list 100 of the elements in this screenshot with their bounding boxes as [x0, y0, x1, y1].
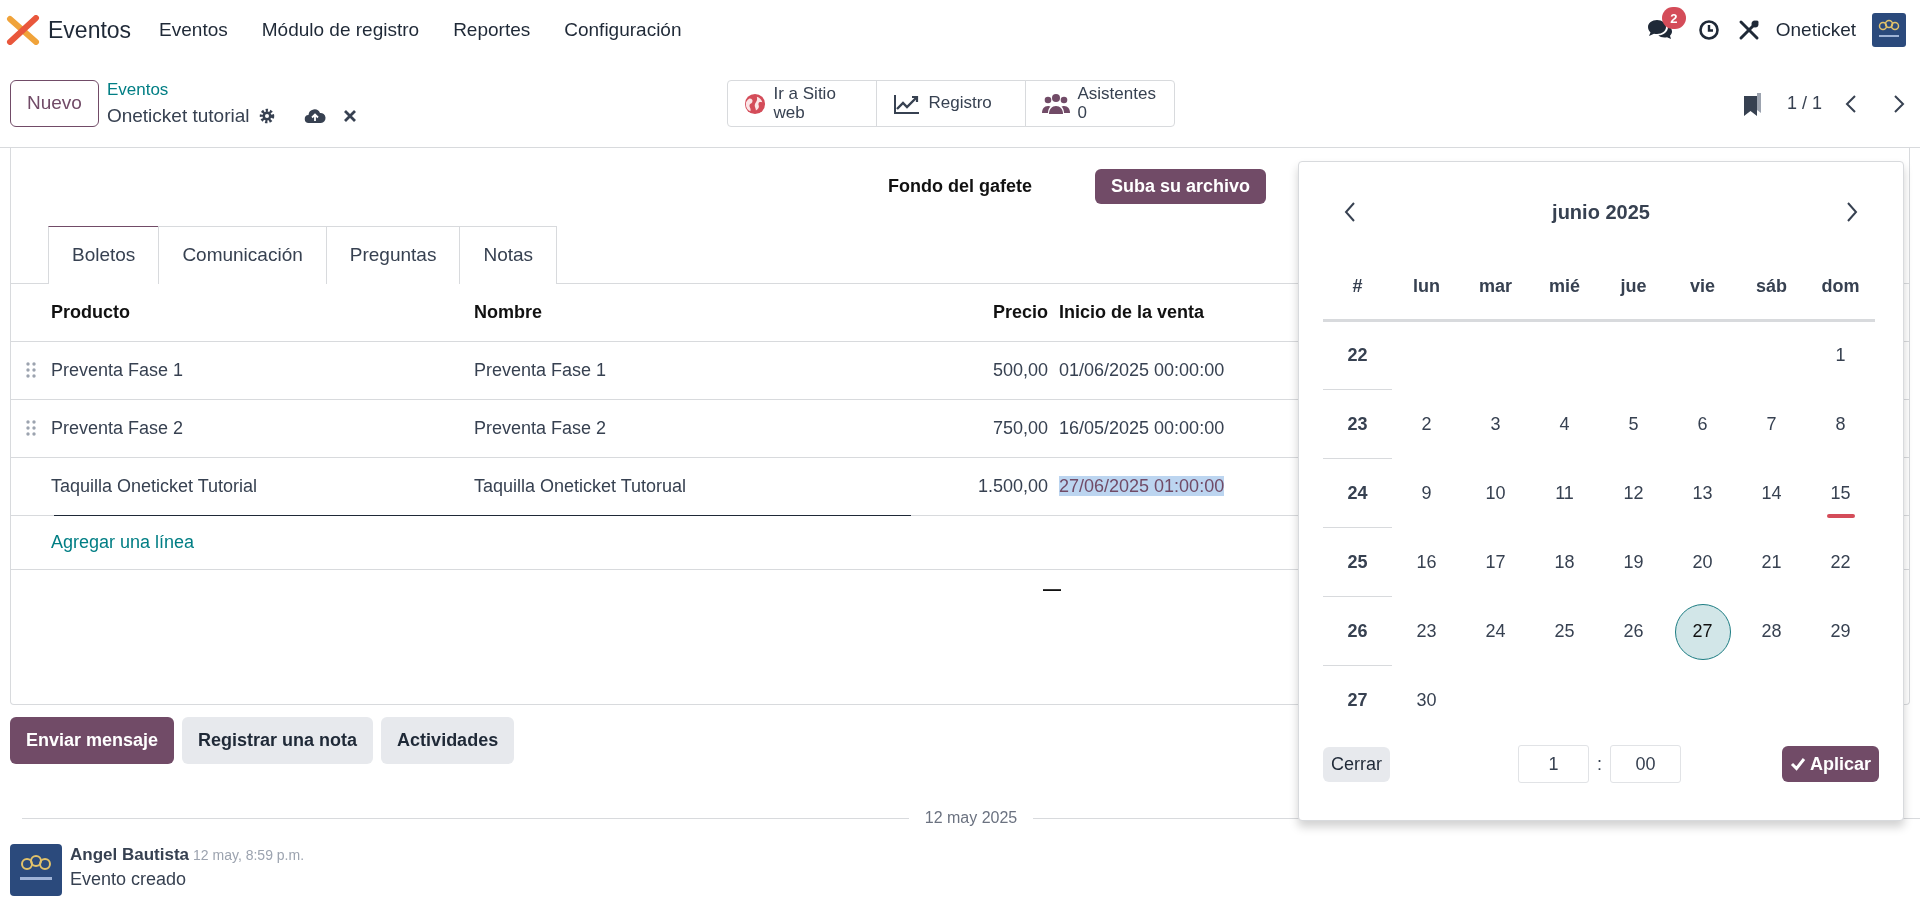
calendar-day[interactable]: 9 — [1398, 465, 1455, 522]
column-header: mar — [1478, 275, 1513, 298]
drag-handle-icon[interactable] — [26, 420, 36, 436]
column-header: jue — [1619, 275, 1648, 298]
calendar-day[interactable]: 25 — [1536, 603, 1593, 660]
calendar-day[interactable]: 19 — [1605, 534, 1662, 591]
calendar-day[interactable]: 2 — [1398, 396, 1455, 453]
week-number: 27 — [1347, 689, 1368, 712]
notification-badge: 2 — [1661, 7, 1686, 30]
column-header[interactable]: Precio — [848, 298, 1048, 326]
calendar-day[interactable]: 22 — [1812, 534, 1869, 591]
calendar-day[interactable]: 6 — [1674, 396, 1731, 453]
calendar-day[interactable]: 23 — [1398, 603, 1455, 660]
table-cell: Taquilla Oneticket Tutorial — [51, 475, 258, 496]
app-name[interactable]: Eventos — [48, 12, 132, 48]
calendar-day[interactable]: 7 — [1743, 396, 1800, 453]
company-name[interactable]: Oneticket — [1775, 15, 1856, 45]
calendar-day[interactable]: 10 — [1467, 465, 1524, 522]
field-label: Fondo del gafete — [888, 174, 1032, 198]
record-title: Oneticket tutorial — [106, 104, 250, 128]
people-icon — [1041, 92, 1070, 115]
tab[interactable]: Notas — [459, 226, 558, 284]
table-cell: 16/05/2025 00:00:00 — [1059, 417, 1225, 438]
calendar-day[interactable]: 21 — [1743, 534, 1800, 591]
menu-item[interactable]: Configuración — [564, 15, 682, 45]
hour-field[interactable]: 1 — [1518, 745, 1589, 783]
column-header: vie — [1689, 275, 1716, 298]
chatter-button[interactable]: Registrar una nota — [182, 717, 374, 764]
calendar-day[interactable]: 28 — [1743, 603, 1800, 660]
bookmark-icon[interactable] — [1742, 91, 1763, 116]
calendar-day[interactable]: 3 — [1467, 396, 1524, 453]
column-header[interactable]: Inicio de la venta — [1048, 298, 1205, 326]
tab[interactable]: Boletos — [48, 226, 160, 284]
tools-icon[interactable] — [1737, 19, 1760, 41]
menu-item[interactable]: Reportes — [453, 15, 531, 45]
smart-button[interactable]: Asistentes 0 — [1024, 80, 1175, 127]
pager-value[interactable]: 1 / 1 — [1786, 90, 1822, 117]
add-line-link[interactable]: Agregar una línea — [51, 528, 195, 556]
time-separator: : — [1597, 752, 1603, 776]
table-cell: 1.500,00 — [977, 475, 1048, 496]
calendar-day[interactable]: 29 — [1812, 603, 1869, 660]
breadcrumb-link[interactable]: Eventos — [106, 76, 357, 102]
column-header[interactable]: Producto — [51, 298, 474, 326]
calendar-day[interactable]: 5 — [1605, 396, 1662, 453]
date-input[interactable]: 27/06/2025 01:00:00 — [1059, 475, 1225, 496]
chatter-button[interactable]: Actividades — [381, 717, 515, 764]
menu-item[interactable]: Eventos — [159, 15, 228, 45]
calendar-day[interactable]: 12 — [1605, 465, 1662, 522]
calendar-day[interactable]: 13 — [1674, 465, 1731, 522]
chevron-right-icon[interactable] — [1845, 200, 1859, 223]
close-button[interactable]: Cerrar — [1323, 746, 1390, 782]
column-header: sáb — [1755, 275, 1788, 298]
chatter-button[interactable]: Enviar mensaje — [10, 717, 175, 764]
clock-icon[interactable] — [1697, 19, 1720, 41]
calendar-day[interactable]: 15 — [1812, 465, 1869, 522]
close-icon[interactable] — [342, 109, 357, 124]
chevron-left-icon[interactable] — [1343, 200, 1357, 223]
calendar-day[interactable]: 14 — [1743, 465, 1800, 522]
new-button[interactable]: Nuevo — [10, 80, 99, 127]
globe-icon — [743, 91, 766, 116]
column-header[interactable]: Nombre — [474, 298, 848, 326]
calendar-day[interactable]: 27 — [1674, 603, 1731, 660]
month-title[interactable]: junio 2025 — [1552, 196, 1650, 227]
calendar-day[interactable]: 20 — [1674, 534, 1731, 591]
smart-button[interactable]: Registro — [875, 80, 1026, 127]
calendar-day[interactable]: 16 — [1398, 534, 1455, 591]
calendar-day[interactable]: 26 — [1605, 603, 1662, 660]
upload-button[interactable]: Suba su archivo — [1095, 168, 1267, 204]
logo-icon[interactable] — [6, 15, 40, 45]
table-cell: 500,00 — [992, 359, 1048, 380]
chart-icon — [892, 92, 921, 115]
menu-item[interactable]: Módulo de registro — [261, 15, 420, 45]
week-number: 24 — [1347, 481, 1368, 505]
cloud-upload-icon[interactable] — [303, 107, 326, 126]
calendar-day[interactable]: 8 — [1812, 396, 1869, 453]
calendar-day[interactable]: 30 — [1398, 672, 1455, 729]
apply-button[interactable]: Aplicar — [1781, 746, 1879, 782]
column-header: dom — [1820, 275, 1861, 298]
avatar-icon — [10, 844, 62, 896]
calendar-day[interactable]: 11 — [1536, 465, 1593, 522]
chevron-right-icon[interactable] — [1892, 93, 1906, 114]
avatar-icon[interactable] — [1872, 13, 1906, 47]
week-number: 25 — [1347, 550, 1368, 574]
table-cell: Preventa Fase 1 — [474, 359, 607, 380]
table-cell: Taquilla Oneticket Tutorual — [474, 475, 687, 496]
chevron-left-icon[interactable] — [1844, 93, 1858, 114]
calendar-day[interactable]: 17 — [1467, 534, 1524, 591]
calendar-day[interactable]: 1 — [1812, 327, 1869, 384]
tab[interactable]: Comunicación — [158, 226, 327, 284]
drag-handle-icon[interactable] — [26, 362, 36, 378]
column-header: # — [1351, 275, 1364, 298]
calendar-day[interactable]: 18 — [1536, 534, 1593, 591]
calendar-day[interactable]: 24 — [1467, 603, 1524, 660]
table-cell: Preventa Fase 2 — [474, 417, 607, 438]
column-header: mié — [1548, 275, 1581, 298]
tab[interactable]: Preguntas — [325, 226, 461, 284]
minute-field[interactable]: 00 — [1610, 745, 1682, 783]
calendar-day[interactable]: 4 — [1536, 396, 1593, 453]
settings-icon[interactable] — [257, 107, 276, 126]
smart-button[interactable]: Ir a Sitio web — [726, 80, 877, 127]
